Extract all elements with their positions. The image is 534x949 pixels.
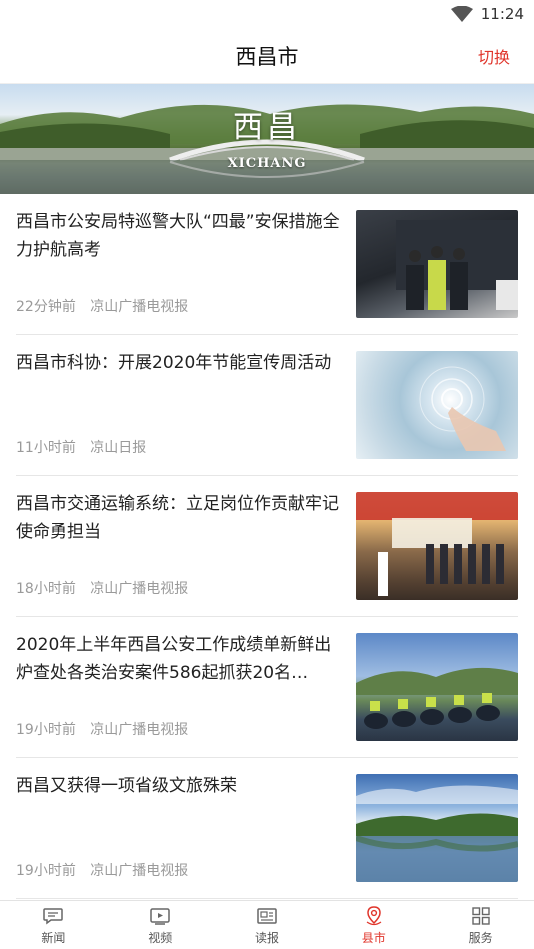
switch-city-button[interactable]: 切换: [478, 44, 510, 68]
news-source: 凉山广播电视报: [90, 299, 189, 315]
news-time: 22分钟前: [16, 299, 76, 315]
news-feed: 西昌市公安局特巡警大队“四最”安保措施全力护航高考 22分钟前 凉山广播电视报 …: [0, 194, 534, 899]
tab-video[interactable]: 视频: [107, 901, 214, 949]
news-time: 19小时前: [16, 722, 76, 738]
news-title: 西昌市交通运输系统：立足岗位作贡献牢记使命勇担当: [16, 494, 339, 542]
tab-label: 读报: [254, 930, 279, 945]
grid-icon: [471, 906, 490, 925]
news-time: 19小时前: [16, 863, 76, 879]
news-thumbnail[interactable]: [356, 351, 518, 459]
tab-newspaper[interactable]: 读报: [214, 901, 321, 949]
news-item[interactable]: 2020年上半年西昌公安工作成绩单新鲜出炉查处各类治安案件586起抓获20名… …: [16, 617, 518, 758]
thumbnail-police-motorcycles: [356, 667, 518, 729]
news-thumbnail[interactable]: [356, 492, 518, 600]
thumbnail-police-vehicle: [396, 220, 518, 310]
chat-bubble-icon: [43, 907, 64, 924]
news-thumbnail[interactable]: [356, 774, 518, 882]
news-item[interactable]: 西昌市公安局特巡警大队“四最”安保措施全力护航高考 22分钟前 凉山广播电视报: [16, 194, 518, 335]
tab-label: 视频: [148, 930, 173, 945]
news-time: 18小时前: [16, 581, 76, 597]
tab-label: 新闻: [41, 930, 66, 945]
page-title: 西昌市: [235, 44, 299, 69]
thumbnail-ceremony: [356, 492, 518, 596]
news-title: 西昌市科协：开展2020年节能宣传周活动: [16, 353, 332, 373]
thumbnail-lake-landscape: [356, 785, 518, 882]
top-header: 西昌市 切换: [0, 28, 534, 84]
news-meta: 22分钟前 凉山广播电视报: [16, 296, 198, 316]
tab-county-city[interactable]: 县市: [320, 901, 427, 949]
news-time: 11小时前: [16, 440, 76, 456]
status-time: 11:24: [480, 5, 524, 23]
tab-label: 服务: [468, 930, 493, 945]
news-thumbnail[interactable]: [356, 633, 518, 741]
banner-subtitle: XICHANG: [227, 156, 307, 171]
news-title: 西昌市公安局特巡警大队“四最”安保措施全力护航高考: [16, 212, 340, 260]
news-meta: 19小时前 凉山广播电视报: [16, 719, 198, 739]
tab-label: 县市: [361, 930, 386, 945]
newspaper-icon: [257, 907, 277, 924]
city-banner[interactable]: 西昌 XICHANG: [0, 84, 534, 194]
news-item[interactable]: 西昌市交通运输系统：立足岗位作贡献牢记使命勇担当 18小时前 凉山广播电视报: [16, 476, 518, 617]
news-thumbnail[interactable]: [356, 210, 518, 318]
news-meta: 18小时前 凉山广播电视报: [16, 578, 198, 598]
news-title: 2020年上半年西昌公安工作成绩单新鲜出炉查处各类治安案件586起抓获20名…: [16, 635, 332, 683]
news-title: 西昌又获得一项省级文旅殊荣: [16, 776, 237, 796]
news-meta: 11小时前 凉山日报: [16, 437, 156, 457]
status-bar: 11:24: [0, 0, 534, 28]
news-item[interactable]: 西昌市科协：开展2020年节能宣传周活动 11小时前 凉山日报: [16, 335, 518, 476]
wifi-icon: [450, 6, 473, 22]
tab-services[interactable]: 服务: [427, 901, 534, 949]
news-source: 凉山广播电视报: [90, 722, 189, 738]
bottom-tab-bar: 新闻 视频 读报 县市 服务: [0, 900, 534, 949]
news-item[interactable]: 西昌又获得一项省级文旅殊荣 19小时前 凉山广播电视报: [16, 758, 518, 899]
thumbnail-touch-ripple: [419, 366, 506, 451]
location-pin-icon: [366, 905, 382, 925]
video-icon: [150, 907, 170, 925]
news-source: 凉山广播电视报: [90, 863, 189, 879]
banner-title: 西昌: [233, 110, 301, 145]
tab-news[interactable]: 新闻: [0, 901, 107, 949]
news-source: 凉山广播电视报: [90, 581, 189, 597]
news-meta: 19小时前 凉山广播电视报: [16, 860, 198, 880]
news-source: 凉山日报: [90, 440, 147, 456]
